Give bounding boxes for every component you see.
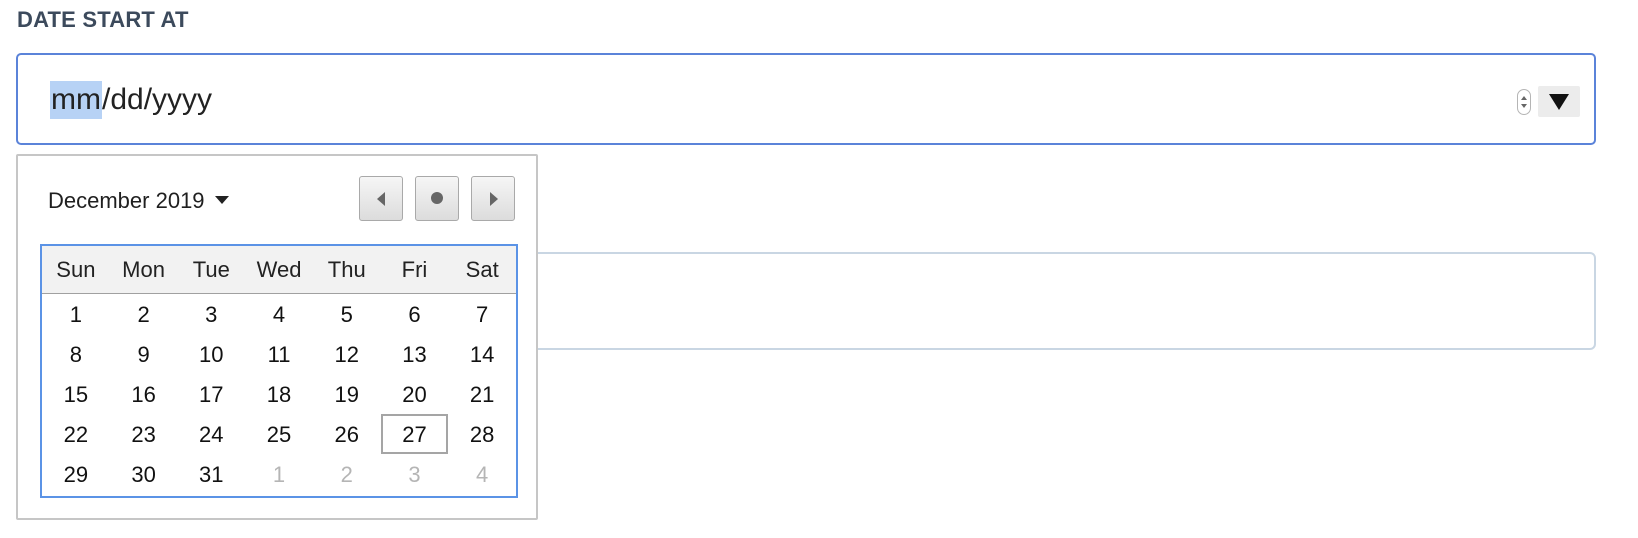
month-segment[interactable]: mm — [50, 81, 102, 119]
calendar-day[interactable]: 12 — [313, 334, 381, 374]
calendar-day[interactable]: 20 — [381, 374, 449, 414]
calendar-day[interactable]: 16 — [110, 374, 178, 414]
calendar-popup: December 2019 Sun Mon Tue Wed Thu Fri Sa… — [16, 154, 538, 520]
date-separator: / — [143, 83, 153, 116]
calendar-day[interactable]: 6 — [381, 294, 449, 334]
calendar-day[interactable]: 15 — [42, 374, 110, 414]
calendar-day[interactable]: 24 — [177, 414, 245, 454]
text-input[interactable] — [530, 252, 1596, 350]
caret-down-icon — [214, 196, 229, 205]
calendar-day[interactable]: 9 — [110, 334, 178, 374]
calendar-week-row: 8 9 10 11 12 13 14 — [42, 334, 516, 374]
month-year-selector[interactable]: December 2019 — [48, 188, 229, 214]
next-month-button[interactable] — [471, 176, 515, 221]
calendar-week-row: 29 30 31 1 2 3 4 — [42, 454, 516, 494]
weekday-header: Sun Mon Tue Wed Thu Fri Sat — [42, 246, 516, 294]
calendar-week-row: 1234567 — [42, 294, 516, 334]
calendar-days: 1 2 3 4 5 6 7 8 9 10 11 12 13 14 15 16 17 18 19 20 21 22 23 24 2… — [42, 294, 516, 494]
calendar-day-outside-month[interactable]: 1 — [245, 454, 313, 494]
calendar-day[interactable]: 10 — [177, 334, 245, 374]
calendar-day[interactable]: 5 — [313, 294, 381, 334]
day-segment[interactable]: dd — [110, 83, 143, 116]
month-year-label: December 2019 — [48, 188, 205, 213]
previous-month-button[interactable] — [359, 176, 403, 221]
calendar-day[interactable]: 31 — [177, 454, 245, 494]
calendar-day-outside-month[interactable]: 4 — [448, 454, 516, 494]
calendar-day[interactable]: 14 — [448, 334, 516, 374]
weekday-label: Fri — [401, 257, 428, 282]
weekday-label: Sun — [56, 257, 96, 282]
calendar-day[interactable]: 17 — [177, 374, 245, 414]
calendar-day[interactable]: 30 — [110, 454, 178, 494]
calendar-day[interactable]: 8 — [42, 334, 110, 374]
calendar-day[interactable]: 26 — [313, 414, 381, 454]
calendar-grid: Sun Mon Tue Wed Thu Fri Sat 1 2 3 4 5 6 7 8 9 10 1… — [40, 244, 518, 498]
calendar-day[interactable]: 25 — [245, 414, 313, 454]
calendar-day[interactable]: 3 — [177, 294, 245, 334]
calendar-day[interactable]: 28 — [448, 414, 516, 454]
date-placeholder[interactable]: mm/dd/yyyy — [50, 81, 212, 119]
calendar-day[interactable]: 18 — [245, 374, 313, 414]
calendar-week-row: 22 23 24 25 26 27 28 — [42, 414, 516, 454]
calendar-day-outside-month[interactable]: 3 — [381, 454, 449, 494]
year-segment[interactable]: yyyy — [152, 83, 212, 116]
calendar-day-today[interactable]: 27 — [380, 414, 449, 454]
calendar-day-outside-month[interactable]: 2 — [313, 454, 381, 494]
calendar-day[interactable]: 22 — [42, 414, 110, 454]
calendar-day[interactable]: 7 — [448, 294, 516, 334]
calendar-day[interactable]: 1 — [42, 294, 110, 334]
date-input[interactable]: mm/dd/yyyy — [16, 53, 1596, 145]
calendar-day[interactable]: 11 — [245, 334, 313, 374]
calendar-dropdown-button[interactable] — [1538, 86, 1580, 117]
calendar-day[interactable]: 19 — [313, 374, 381, 414]
field-label: DATE START AT — [17, 7, 189, 32]
calendar-day[interactable]: 4 — [245, 294, 313, 334]
weekday-label: Thu — [327, 257, 366, 282]
calendar-day[interactable]: 13 — [381, 334, 449, 374]
weekday-label: Wed — [256, 257, 302, 282]
calendar-day[interactable]: 23 — [110, 414, 178, 454]
stepper-icon[interactable] — [1517, 89, 1531, 115]
calendar-day[interactable]: 2 — [110, 294, 178, 334]
weekday-label: Mon — [122, 257, 165, 282]
weekday-label: Sat — [465, 257, 499, 282]
calendar-week-row: 15 16 17 18 19 20 21 — [42, 374, 516, 414]
today-button[interactable] — [415, 176, 459, 221]
weekday-label: Tue — [192, 257, 230, 282]
calendar-day[interactable]: 29 — [42, 454, 110, 494]
calendar-day[interactable]: 21 — [448, 374, 516, 414]
